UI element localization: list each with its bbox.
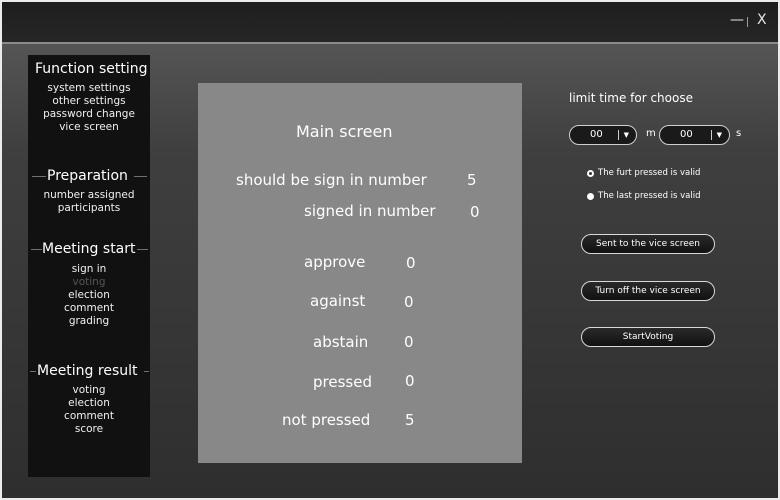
titlebar-separator [747, 17, 748, 27]
sidebar-item-vice-screen[interactable]: vice screen [28, 121, 150, 134]
approve-value: 0 [406, 254, 416, 272]
sidebar-item-election[interactable]: election [28, 289, 150, 302]
sidebar-section-function-setting: Function setting [35, 61, 148, 77]
radio-last-pressed[interactable] [587, 193, 594, 200]
main-screen-title: Main screen [296, 122, 393, 141]
radio-last-pressed-label[interactable]: The last pressed is valid [598, 191, 701, 201]
close-button[interactable]: X [757, 12, 767, 28]
not-pressed-value: 5 [405, 411, 415, 429]
sidebar-item-number-assigned[interactable]: number assigned [28, 189, 150, 202]
sidebar-section-meeting-start: Meeting start [42, 241, 136, 257]
against-label: against [310, 292, 366, 310]
radio-first-pressed[interactable] [587, 170, 594, 177]
sidebar-item-grading[interactable]: grading [28, 315, 150, 328]
chevron-down-icon[interactable]: ▼ [717, 126, 722, 144]
not-pressed-label: not pressed [282, 411, 371, 429]
sidebar-item-other-settings[interactable]: other settings [28, 95, 150, 108]
stepper-separator [618, 130, 619, 140]
sidebar-item-result-voting[interactable]: voting [28, 384, 150, 397]
pressed-label: pressed [313, 373, 372, 391]
section-divider [137, 249, 148, 250]
signed-in-value: 0 [470, 203, 480, 221]
sidebar-item-result-election[interactable]: election [28, 397, 150, 410]
title-bar [2, 2, 778, 44]
sidebar-item-result-comment[interactable]: comment [28, 410, 150, 423]
should-sign-label: should be sign in number [236, 171, 427, 189]
seconds-value: 00 [680, 129, 693, 140]
sidebar-section-preparation: Preparation [47, 168, 128, 184]
minutes-stepper[interactable]: 00 ▼ [569, 125, 637, 145]
stepper-separator [711, 130, 712, 140]
signed-in-label: signed in number [304, 202, 436, 220]
section-divider [31, 249, 42, 250]
sidebar: Function setting system settings other s… [28, 55, 150, 477]
minutes-unit: m [646, 128, 656, 139]
approve-label: approve [304, 253, 366, 271]
sidebar-item-sign-in[interactable]: sign in [28, 263, 150, 276]
against-value: 0 [404, 293, 414, 311]
turn-off-vice-screen-button[interactable]: Turn off the vice screen [581, 281, 715, 301]
section-divider [30, 371, 36, 372]
send-to-vice-screen-button[interactable]: Sent to the vice screen [581, 234, 715, 254]
pressed-value: 0 [405, 372, 415, 390]
abstain-label: abstain [313, 333, 369, 351]
seconds-unit: s [736, 128, 742, 139]
start-voting-button[interactable]: StartVoting [581, 327, 715, 347]
minimize-button[interactable]: — [730, 12, 744, 28]
sidebar-item-result-score[interactable]: score [28, 423, 150, 436]
sidebar-item-voting[interactable]: voting [28, 276, 150, 289]
section-divider [32, 176, 46, 177]
abstain-value: 0 [404, 333, 414, 351]
section-divider [144, 371, 149, 372]
radio-first-pressed-label[interactable]: The furt pressed is valid [598, 168, 700, 178]
sidebar-item-password-change[interactable]: password change [28, 108, 150, 121]
sidebar-section-meeting-result: Meeting result [37, 363, 138, 379]
sidebar-item-comment[interactable]: comment [28, 302, 150, 315]
main-screen-panel: Main screen should be sign in number 5 s… [198, 83, 522, 463]
chevron-down-icon[interactable]: ▼ [624, 126, 629, 144]
minutes-value: 00 [590, 129, 603, 140]
section-divider [134, 176, 147, 177]
seconds-stepper[interactable]: 00 ▼ [659, 125, 730, 145]
sidebar-item-participants[interactable]: participants [28, 202, 150, 215]
sidebar-item-system-settings[interactable]: system settings [28, 82, 150, 95]
should-sign-value: 5 [467, 171, 477, 189]
limit-time-label: limit time for choose [569, 91, 693, 105]
